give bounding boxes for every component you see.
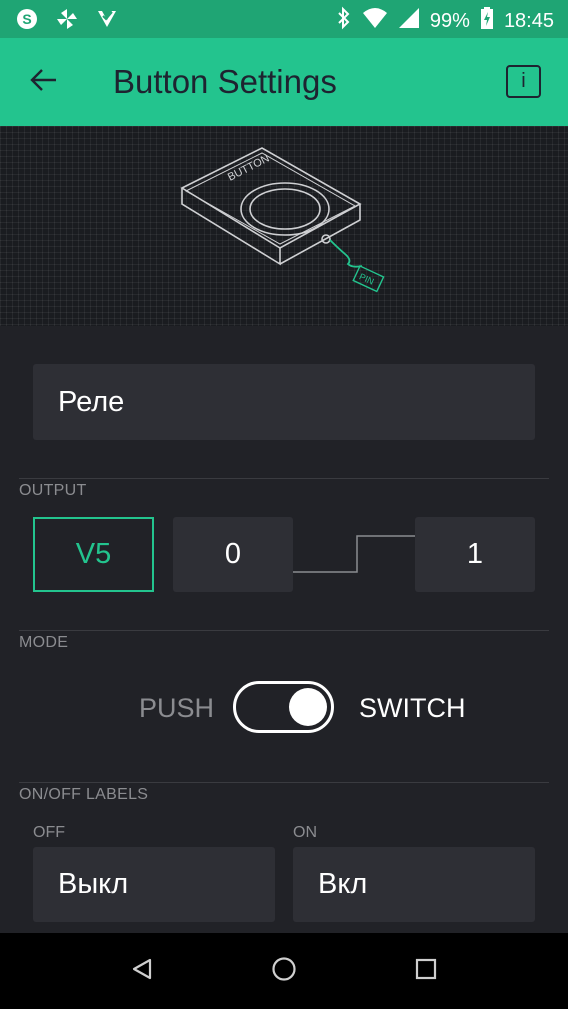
button-device-illustration: BUTTON PIN [180, 147, 385, 293]
divider [19, 782, 549, 783]
square-recents-icon [415, 958, 437, 985]
page-title: Button Settings [113, 63, 337, 100]
widget-name-input[interactable] [33, 364, 535, 440]
wifi-icon [362, 7, 388, 35]
push-mode-label[interactable]: PUSH [139, 693, 214, 724]
notification-icons: S [14, 7, 120, 31]
svg-text:S: S [22, 11, 31, 27]
pin-select-button[interactable]: V5 [33, 517, 154, 592]
triangle-back-icon [130, 957, 154, 986]
bluetooth-icon [336, 6, 352, 36]
nav-back-button[interactable] [124, 953, 160, 989]
status-bar: S 99% 18:45 [0, 0, 568, 38]
mode-toggle[interactable] [233, 681, 334, 733]
widget-illustration: BUTTON PIN [0, 126, 568, 326]
settings-panel: OUTPUT V5 0 1 MODE PUSH SWITCH ON/OFF LA… [0, 326, 568, 933]
mode-section-label: MODE [19, 634, 69, 651]
divider [19, 630, 549, 631]
skype-icon: S [14, 7, 40, 31]
battery-percent: 99% [429, 9, 470, 32]
signal-icon [398, 7, 420, 35]
pulse-wave-diagram [293, 535, 415, 573]
low-value-field[interactable]: 0 [173, 517, 293, 592]
status-right: 99% 18:45 [336, 6, 554, 36]
on-label-input[interactable] [293, 847, 535, 922]
divider [19, 478, 549, 479]
toggle-knob [289, 688, 327, 726]
output-section-label: OUTPUT [19, 482, 87, 499]
nav-home-button[interactable] [266, 953, 302, 989]
navigation-bar [0, 933, 568, 1009]
switch-mode-label[interactable]: SWITCH [359, 693, 465, 724]
high-value-field[interactable]: 1 [415, 517, 535, 592]
nav-recents-button[interactable] [408, 953, 444, 989]
app-bar: Button Settings i [0, 38, 568, 126]
info-icon: i [521, 70, 526, 92]
off-label-input[interactable] [33, 847, 275, 922]
on-caption: ON [293, 824, 317, 841]
arrow-left-icon [30, 68, 58, 96]
info-button[interactable]: i [506, 65, 541, 98]
battery-charging-icon [480, 6, 494, 36]
clock: 18:45 [503, 9, 554, 32]
back-button[interactable] [22, 62, 66, 102]
pinwheel-icon [54, 7, 80, 31]
check-badge-icon [94, 7, 120, 31]
mode-selector: PUSH SWITCH [0, 681, 568, 733]
off-caption: OFF [33, 824, 65, 841]
labels-section-label: ON/OFF LABELS [19, 786, 149, 803]
circle-home-icon [271, 956, 297, 987]
